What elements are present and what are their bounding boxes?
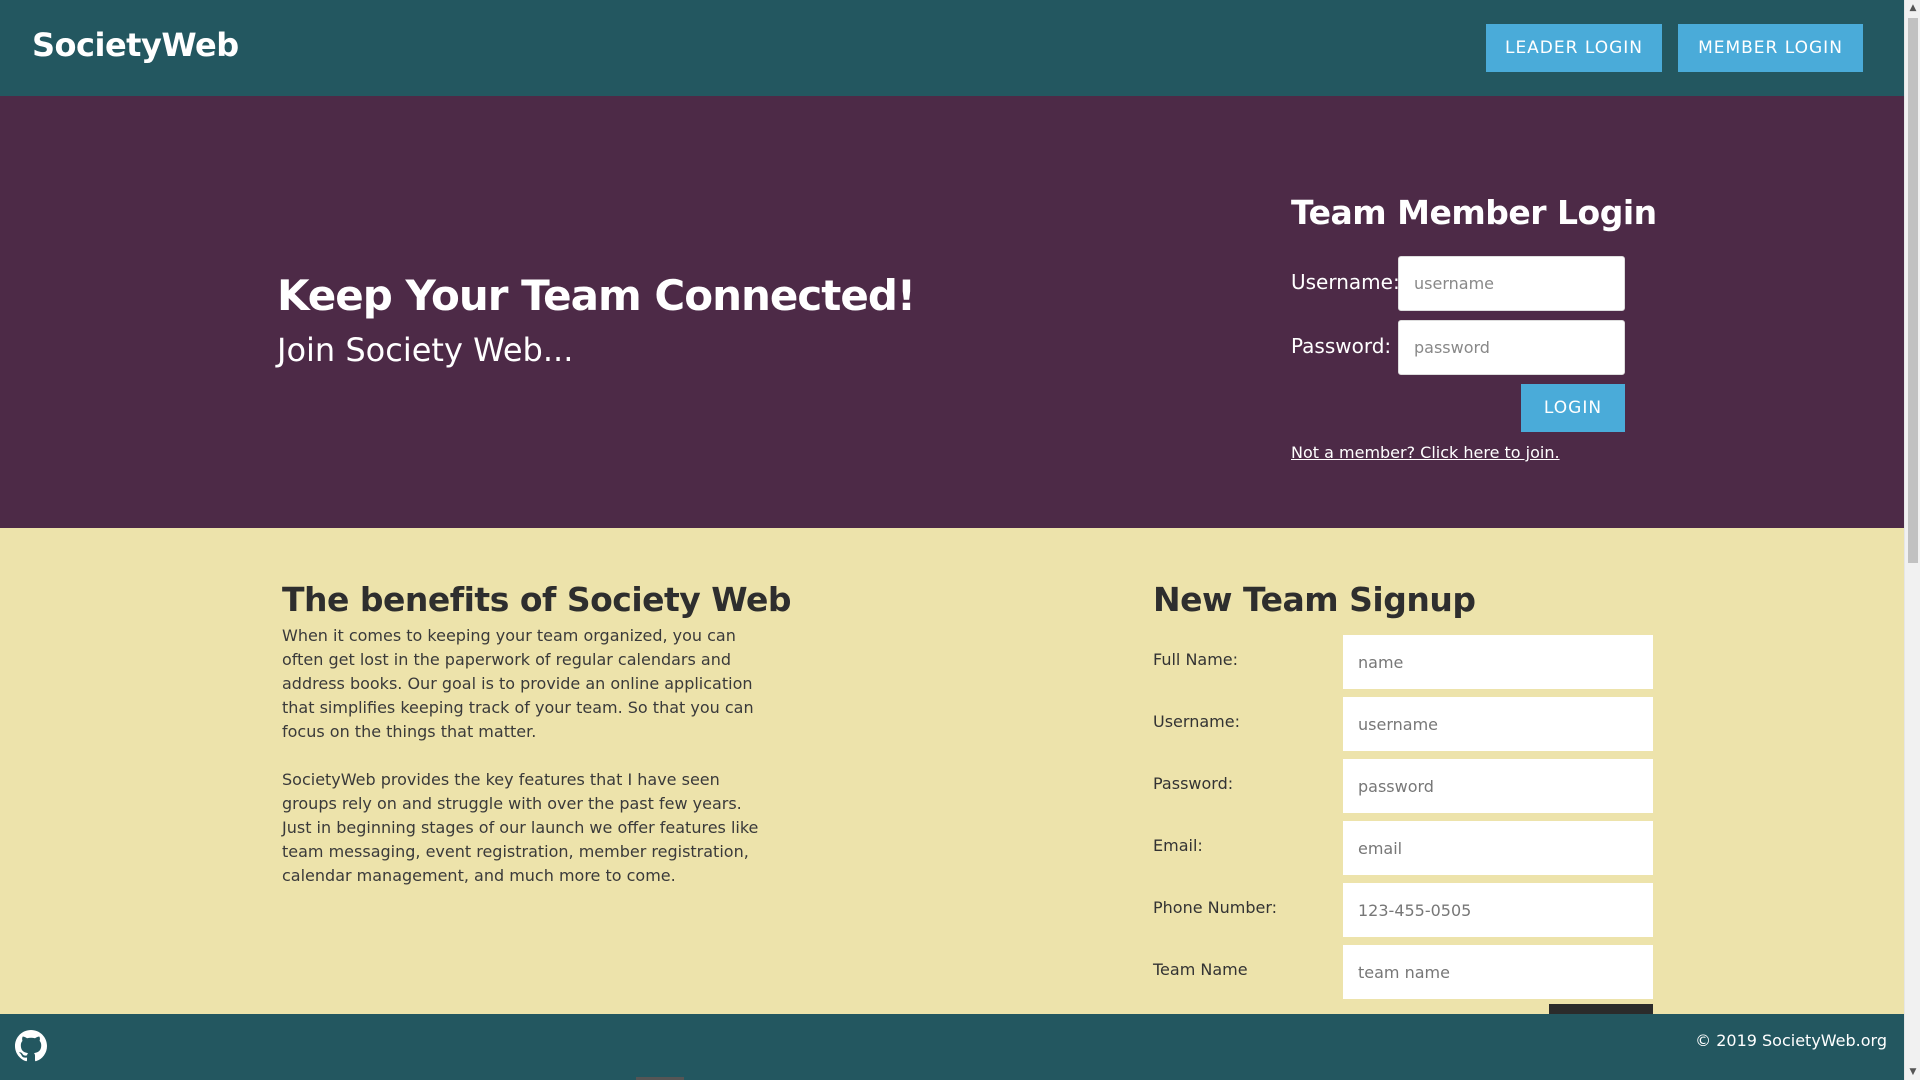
scrollbar-thumb[interactable]	[1908, 18, 1918, 563]
signup-username-input[interactable]	[1343, 697, 1653, 751]
signup-phone-input[interactable]	[1343, 883, 1653, 937]
github-icon[interactable]	[15, 1030, 47, 1062]
login-password-label: Password:	[1291, 334, 1392, 358]
footer: © 2019 SocietyWeb.org	[0, 1014, 1904, 1080]
benefits-paragraph-1: When it comes to keeping your team organ…	[282, 626, 754, 741]
scroll-down-icon[interactable]: ▼	[1905, 1064, 1920, 1080]
login-password-input[interactable]	[1398, 320, 1625, 375]
benefits-title: The benefits of Society Web	[282, 580, 792, 619]
signup-email-input[interactable]	[1343, 821, 1653, 875]
top-navbar: SocietyWeb LEADER LOGIN MEMBER LOGIN	[0, 0, 1904, 96]
login-button[interactable]: LOGIN	[1521, 384, 1625, 432]
hero-section: Keep Your Team Connected! Join Society W…	[0, 96, 1904, 528]
benefits-paragraph-2: SocietyWeb provides the key features tha…	[282, 770, 759, 885]
signup-teamname-label: Team Name	[1153, 960, 1248, 979]
signup-phone-label: Phone Number:	[1153, 898, 1278, 917]
join-link[interactable]: Not a member? Click here to join.	[1291, 443, 1560, 462]
scroll-up-icon[interactable]: ▲	[1905, 0, 1920, 16]
signup-fullname-input[interactable]	[1343, 635, 1653, 689]
signup-email-label: Email:	[1153, 836, 1203, 855]
member-login-button[interactable]: MEMBER LOGIN	[1678, 24, 1863, 72]
leader-login-button[interactable]: LEADER LOGIN	[1486, 24, 1662, 72]
member-login-title: Team Member Login	[1291, 193, 1657, 232]
brand-logo[interactable]: SocietyWeb	[32, 26, 239, 64]
signup-teamname-input[interactable]	[1343, 945, 1653, 999]
vertical-scrollbar[interactable]: ▲ ▼	[1904, 0, 1920, 1080]
signup-username-label: Username:	[1153, 712, 1240, 731]
signup-password-input[interactable]	[1343, 759, 1653, 813]
hero-subtitle: Join Society Web...	[277, 331, 574, 369]
signup-password-label: Password:	[1153, 774, 1234, 793]
login-username-input[interactable]	[1398, 256, 1625, 311]
signup-title: New Team Signup	[1153, 580, 1476, 619]
copyright-text: © 2019 SocietyWeb.org	[1695, 1031, 1887, 1050]
login-username-label: Username:	[1291, 270, 1400, 294]
hero-title: Keep Your Team Connected!	[277, 271, 916, 320]
signup-fullname-label: Full Name:	[1153, 650, 1239, 669]
